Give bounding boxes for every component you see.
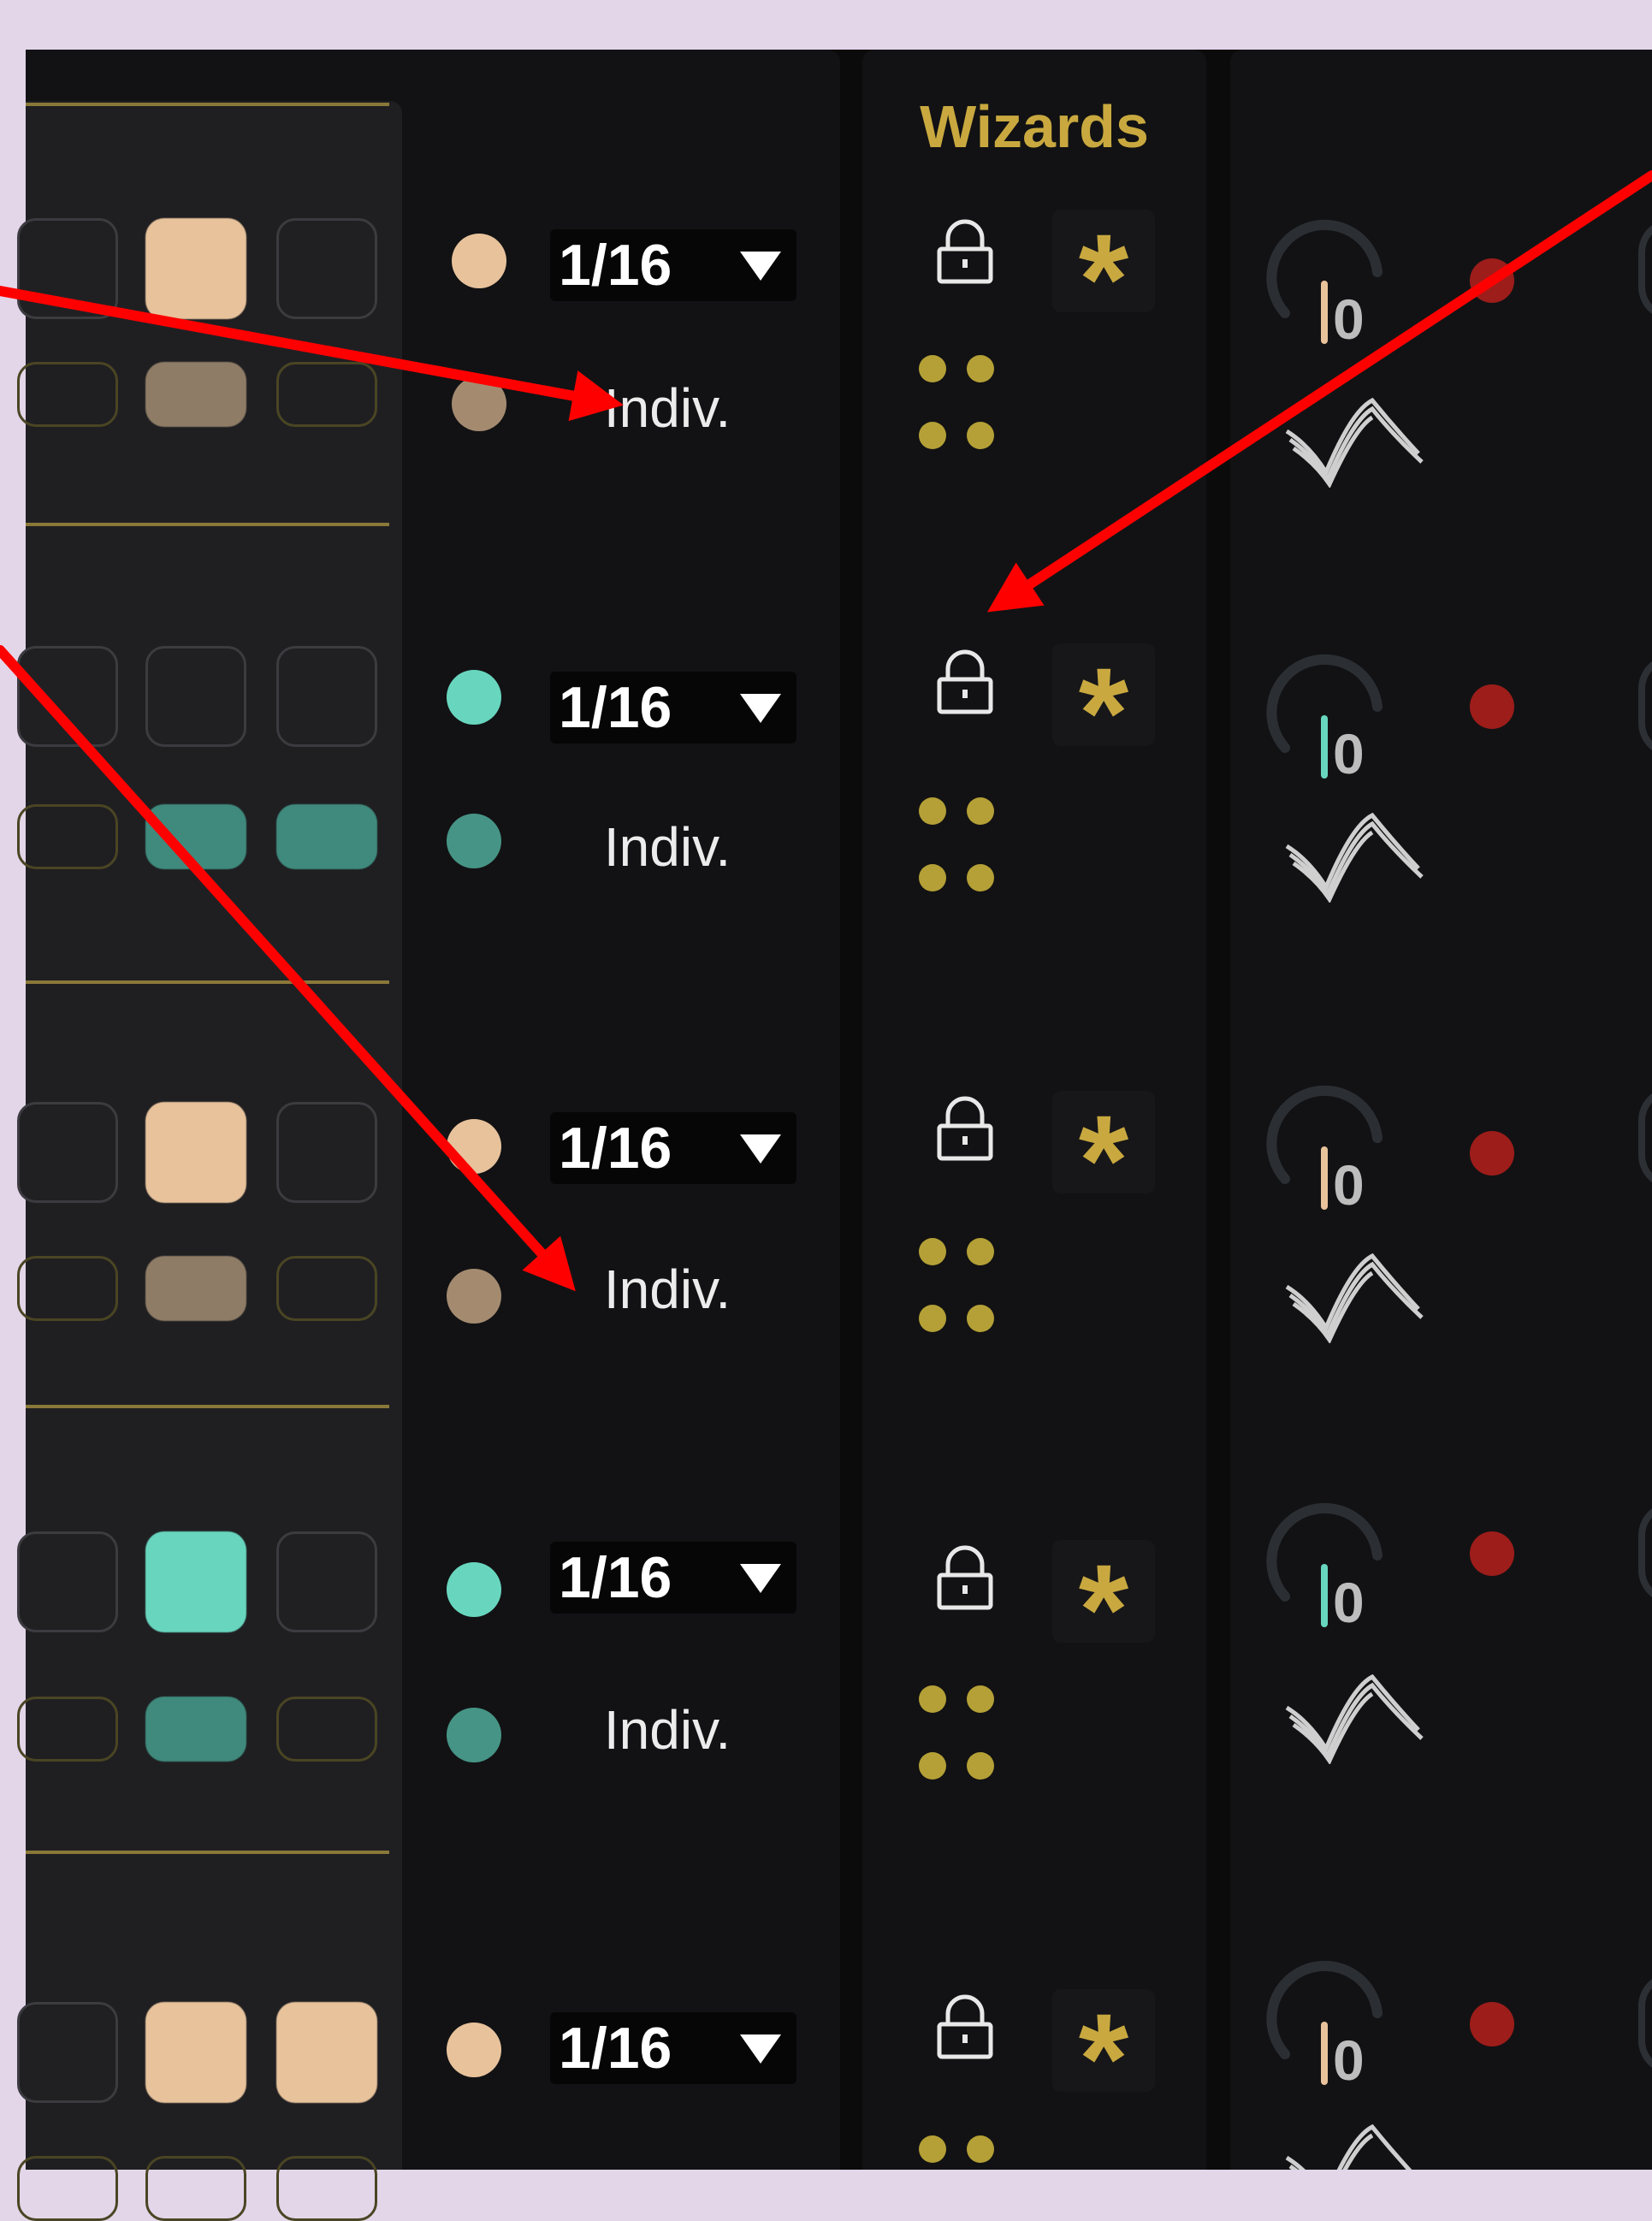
arrow-to-indiv-row1 — [0, 286, 624, 422]
arrow-to-indiv-row3 — [0, 645, 576, 1292]
arrow-to-lock-row2 — [986, 170, 1652, 613]
annotation-arrows — [0, 170, 1652, 1292]
